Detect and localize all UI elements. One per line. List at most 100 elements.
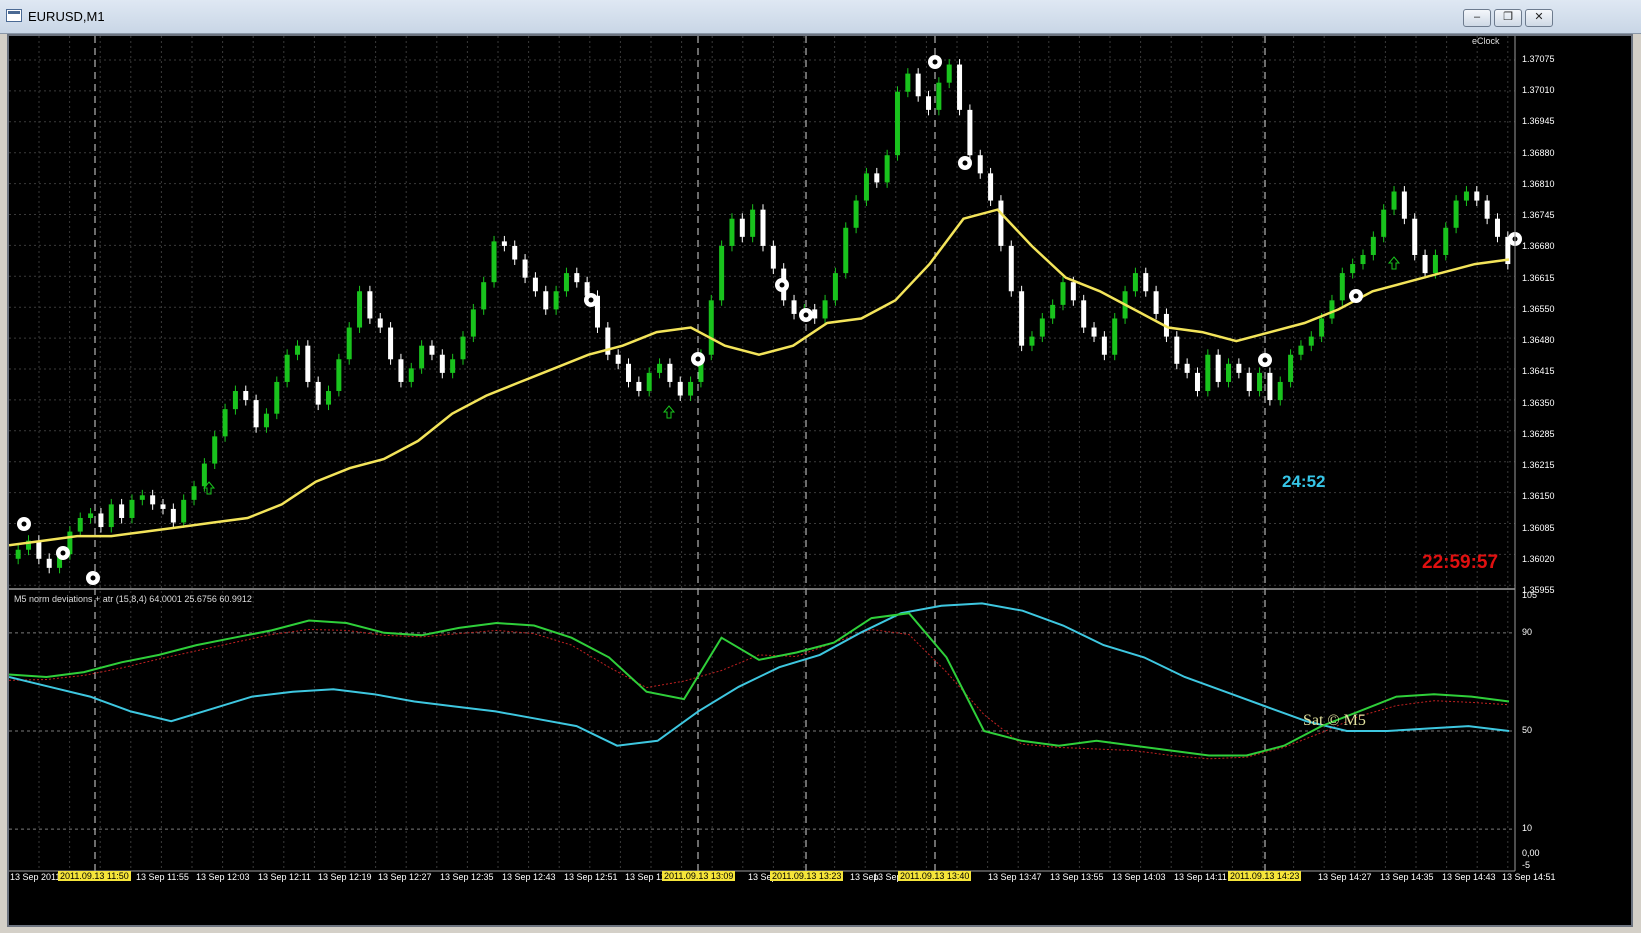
candle-body xyxy=(46,558,52,568)
indicator-tick-label: 10 xyxy=(1522,823,1533,834)
candle-body xyxy=(636,381,642,392)
price-tick-label: 1.36350 xyxy=(1522,397,1555,408)
candle-body xyxy=(1360,254,1366,265)
candle-body xyxy=(1288,354,1294,382)
candle-body xyxy=(1381,209,1387,237)
candle-body xyxy=(36,540,42,559)
candle-body xyxy=(315,381,321,405)
signal-marker xyxy=(1258,353,1272,367)
price-candles xyxy=(15,59,1511,574)
price-tick-label: 1.37010 xyxy=(1522,85,1555,96)
candle-body xyxy=(232,391,238,410)
candle-body xyxy=(491,241,497,283)
candle-body xyxy=(274,381,280,414)
candle-body xyxy=(1350,264,1356,274)
price-tick-label: 1.36680 xyxy=(1522,241,1555,252)
candle-body xyxy=(98,513,104,528)
candle-body xyxy=(574,273,580,283)
close-icon: ✕ xyxy=(1534,11,1544,23)
candle-body xyxy=(719,245,725,301)
candle-body xyxy=(1277,381,1283,401)
candle-body xyxy=(1039,318,1045,337)
time-tick-label: 13 Sep 13:55 xyxy=(1050,872,1104,882)
restore-button[interactable]: ❐ xyxy=(1494,9,1522,27)
signal-marker xyxy=(86,571,100,585)
time-tick-label: 13 Sep 11:55 xyxy=(136,872,189,882)
indicator-tick-label: 105 xyxy=(1522,590,1538,600)
candle-body xyxy=(1246,372,1252,392)
time-tick-label: 13 Sep 14:43 xyxy=(1442,872,1496,882)
candle-body xyxy=(874,173,880,183)
candle-body xyxy=(543,291,549,310)
candle-body xyxy=(263,413,269,428)
candle-body xyxy=(1205,354,1211,392)
time-tick-label: 13 Sep 14:35 xyxy=(1380,872,1434,882)
indicator-watermark: Sat © M5 xyxy=(1303,712,1366,729)
candle-body xyxy=(832,273,838,301)
marker-center xyxy=(1262,357,1268,363)
candle-body xyxy=(853,200,859,228)
signal-marker xyxy=(17,517,31,531)
price-tick-label: 1.36810 xyxy=(1522,178,1555,189)
candle-body xyxy=(398,359,404,382)
candle-body xyxy=(1215,354,1221,382)
time-tick-label: 13 Sep 14:11 xyxy=(1174,872,1227,882)
candle-body xyxy=(1308,336,1314,346)
candle-body xyxy=(532,277,538,292)
chart-window-icon xyxy=(6,9,22,22)
candle-body xyxy=(1422,254,1428,274)
candle-body xyxy=(108,504,114,528)
candle-body xyxy=(1257,372,1263,392)
candle-body xyxy=(77,517,83,532)
minimize-icon: – xyxy=(1473,11,1481,23)
moving-average-line xyxy=(9,208,1510,547)
candle-body xyxy=(1070,282,1076,301)
candle-body xyxy=(988,173,994,201)
signal-marker xyxy=(799,308,813,322)
time-tick-label: 13 Sep 12:35 xyxy=(440,872,494,882)
candle-body xyxy=(15,549,21,559)
candle-body xyxy=(284,354,290,382)
candle-body xyxy=(222,409,228,437)
candle-body xyxy=(253,400,259,428)
time-tick-label: 13 Sep 12:51 xyxy=(564,872,618,882)
candle-body xyxy=(646,372,652,392)
candle-body xyxy=(1029,336,1035,346)
candle-body xyxy=(408,368,414,382)
close-button[interactable]: ✕ xyxy=(1525,9,1553,27)
candle-body xyxy=(243,391,249,401)
candle-body xyxy=(1194,372,1200,392)
candle-body xyxy=(915,73,921,97)
candle-body xyxy=(501,241,507,246)
marker-center xyxy=(695,356,701,362)
candle-body xyxy=(1019,291,1025,346)
chart-canvas[interactable] xyxy=(9,36,1631,925)
price-tick-label: 1.37075 xyxy=(1522,54,1555,64)
signal-marker xyxy=(1349,289,1363,303)
minimize-button[interactable]: – xyxy=(1463,9,1491,27)
marker-center xyxy=(962,160,968,166)
marker-center xyxy=(588,297,594,303)
indicator-tick-label: 90 xyxy=(1522,626,1533,637)
candle-body xyxy=(181,499,187,523)
candle-body xyxy=(863,173,869,201)
window-title: EURUSD,M1 xyxy=(28,9,105,24)
price-tick-label: 1.36745 xyxy=(1522,210,1555,221)
candle-body xyxy=(429,345,435,355)
candle-body xyxy=(998,200,1004,246)
price-tick-label: 1.36615 xyxy=(1522,272,1555,283)
candle-body xyxy=(1453,200,1459,228)
separator-date-label: 2011.09.13 13:09 xyxy=(662,871,736,881)
candle-body xyxy=(884,155,890,183)
candle-body xyxy=(1494,218,1500,237)
indicator-title: M5 norm deviations + atr (15,8,4) 64.000… xyxy=(14,594,252,604)
candle-body xyxy=(1091,327,1097,337)
time-tick-label: 13 Sep 14:27 xyxy=(1318,872,1372,882)
candle-body xyxy=(512,245,518,260)
signal-marker xyxy=(584,293,598,307)
time-tick-label: 13 Sep 12:03 xyxy=(196,872,250,882)
candle-body xyxy=(522,259,528,278)
time-tick-label: 13 Sep 13:47 xyxy=(988,872,1042,882)
candle-body xyxy=(667,363,673,382)
time-tick-label: 13 Sep 12:19 xyxy=(318,872,372,882)
